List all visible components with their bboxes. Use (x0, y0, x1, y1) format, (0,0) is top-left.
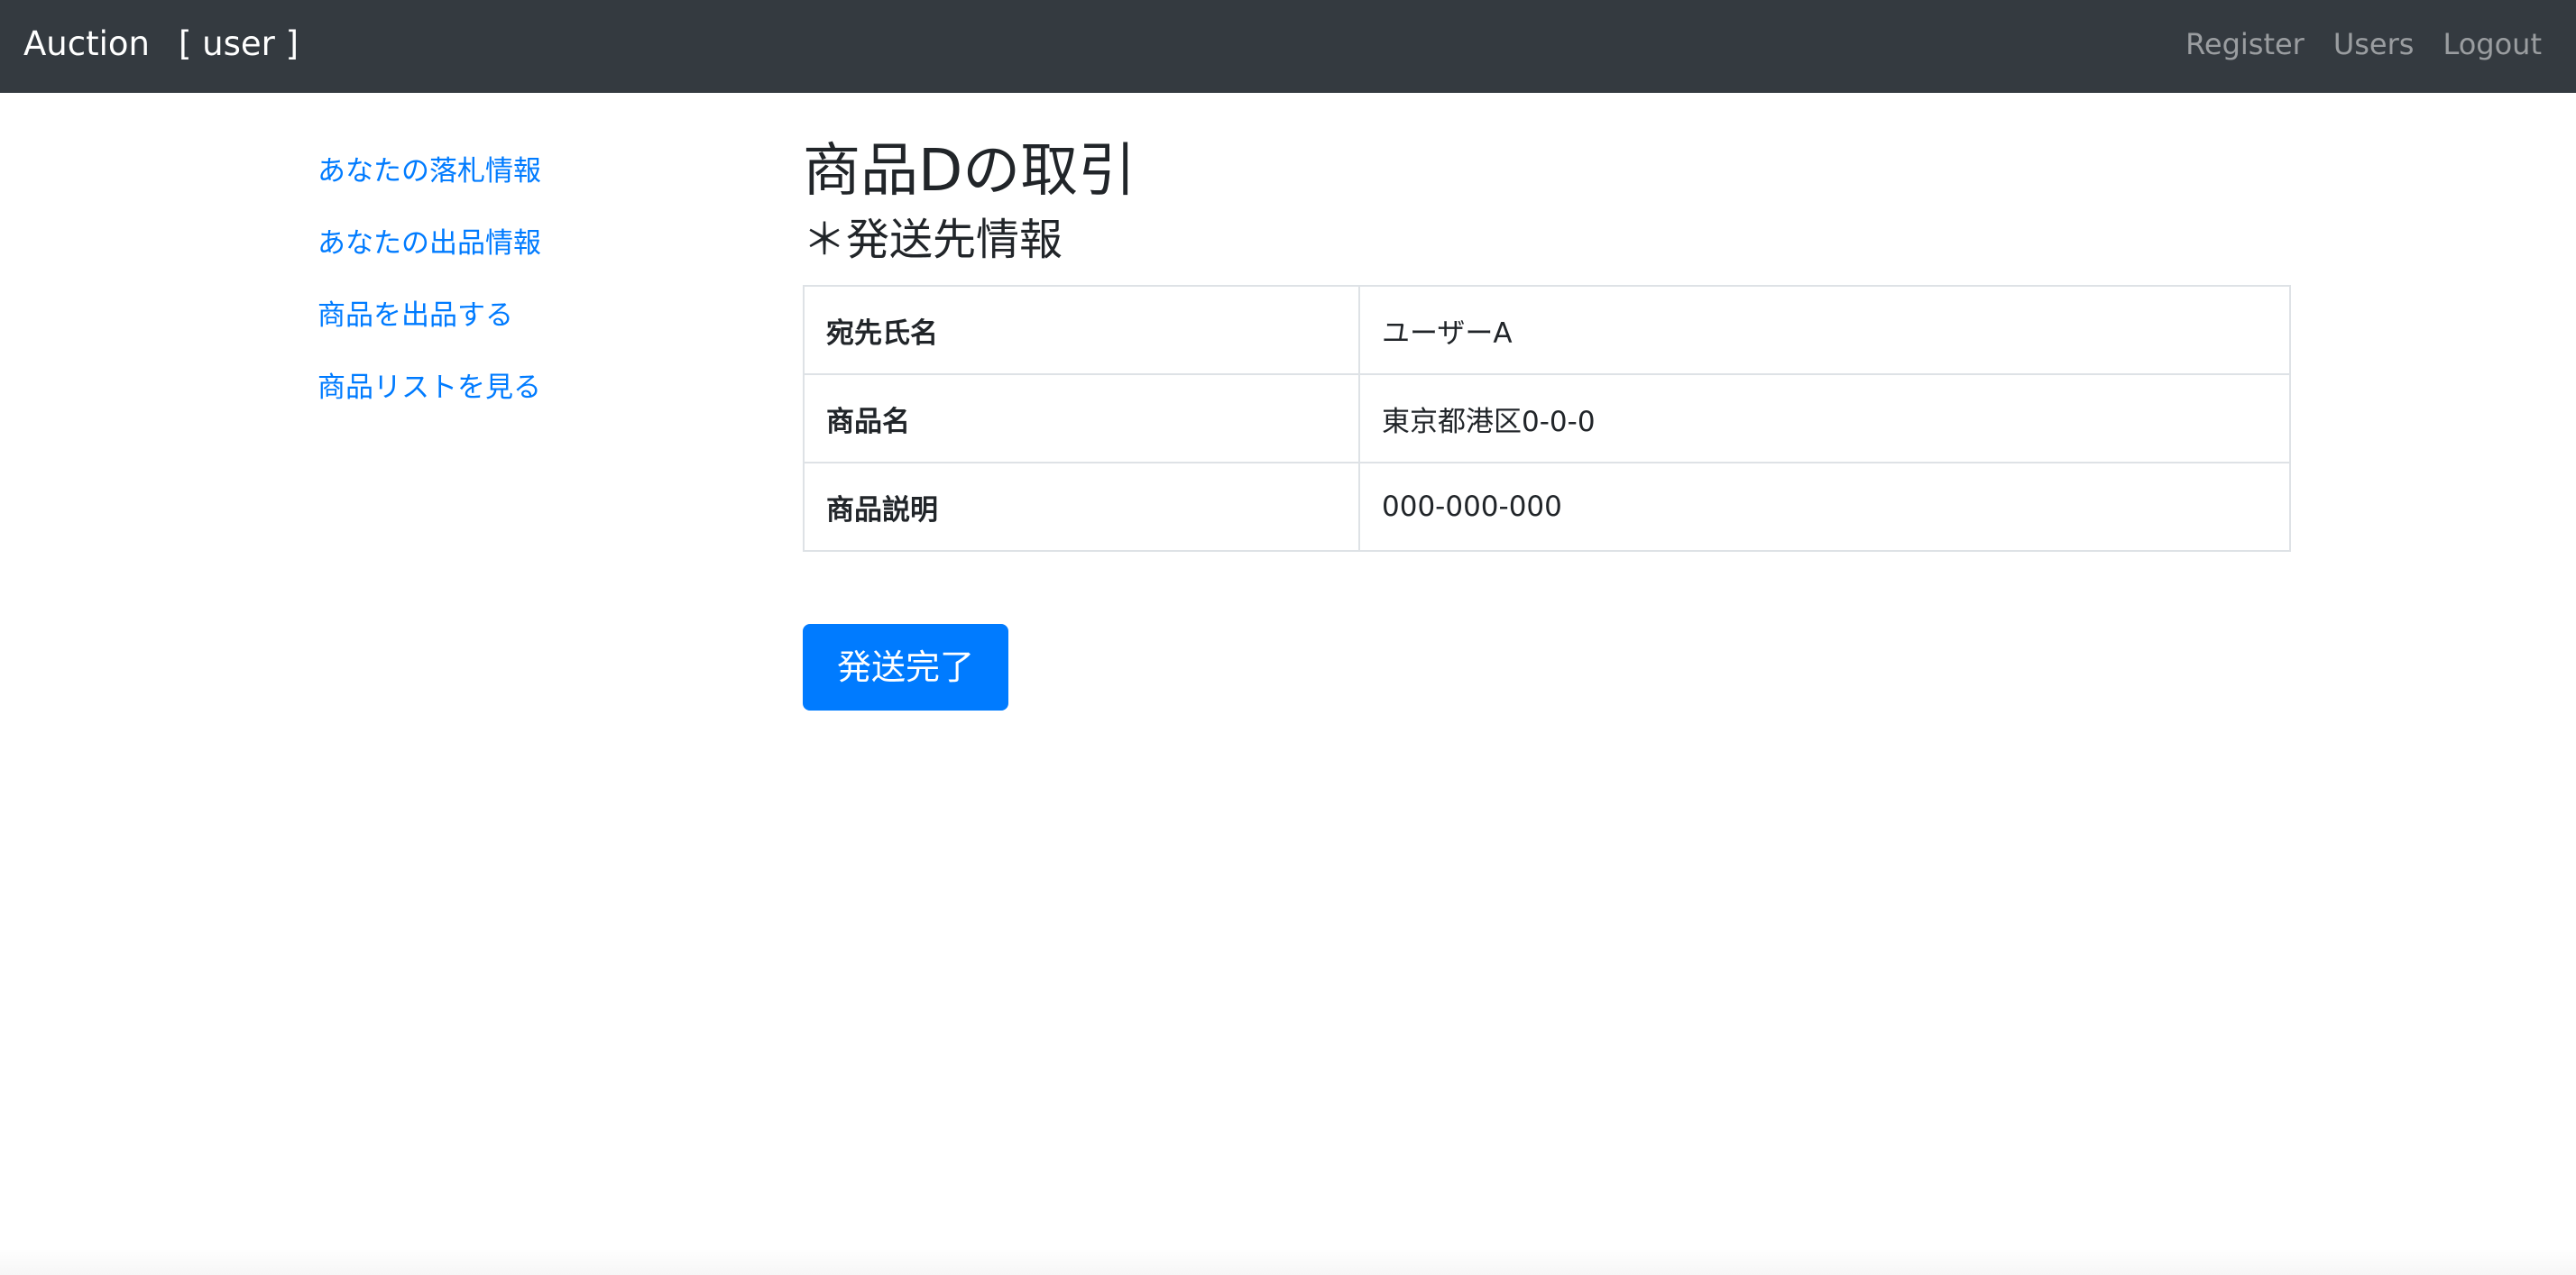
nav-logout-link[interactable]: Logout (2443, 22, 2542, 67)
page-title: 商品Dの取引 (803, 138, 1136, 205)
shipping-complete-button[interactable]: 発送完了 (803, 624, 1008, 711)
table-row: 宛先氏名 ユーザーA (803, 285, 2291, 375)
top-navbar: Auction [ user ] Register Users Logout (0, 0, 2576, 93)
table-row: 商品名 東京都港区0-0-0 (803, 373, 2291, 463)
sidebar-item-list-item[interactable]: 商品を出品する (317, 292, 714, 364)
table-row: 商品説明 000-000-000 (803, 462, 2291, 552)
table-key-cell: 宛先氏名 (803, 285, 1360, 375)
sidebar-item-my-listings[interactable]: あなたの出品情報 (317, 220, 714, 292)
table-value-cell: ユーザーA (1358, 285, 2291, 375)
current-user-label: [ user ] (178, 24, 299, 63)
brand-name: Auction (23, 24, 150, 63)
sidebar: あなたの落札情報 あなたの出品情報 商品を出品する 商品リストを見る (317, 148, 714, 436)
sidebar-item-item-list[interactable]: 商品リストを見る (317, 364, 714, 436)
nav-register-link[interactable]: Register (2185, 22, 2305, 67)
main-content: 商品Dの取引 ＊発送先情報 宛先氏名 ユーザーA 商品名 東京都港区0-0-0 … (803, 135, 2291, 711)
table-key-cell: 商品説明 (803, 462, 1360, 552)
nav-links: Register Users Logout (2185, 22, 2542, 67)
table-key-cell: 商品名 (803, 373, 1360, 463)
bottom-edge-shadow (0, 1248, 2576, 1275)
brand-link[interactable]: Auction [ user ] (23, 22, 299, 67)
sidebar-item-won-bids[interactable]: あなたの落札情報 (317, 148, 714, 220)
table-value-cell: 東京都港区0-0-0 (1358, 373, 2291, 463)
shipping-info-table: 宛先氏名 ユーザーA 商品名 東京都港区0-0-0 商品説明 000-000-0… (803, 285, 2291, 552)
nav-users-link[interactable]: Users (2333, 22, 2415, 67)
table-value-cell: 000-000-000 (1358, 462, 2291, 552)
section-title: ＊発送先情報 (803, 215, 1063, 265)
